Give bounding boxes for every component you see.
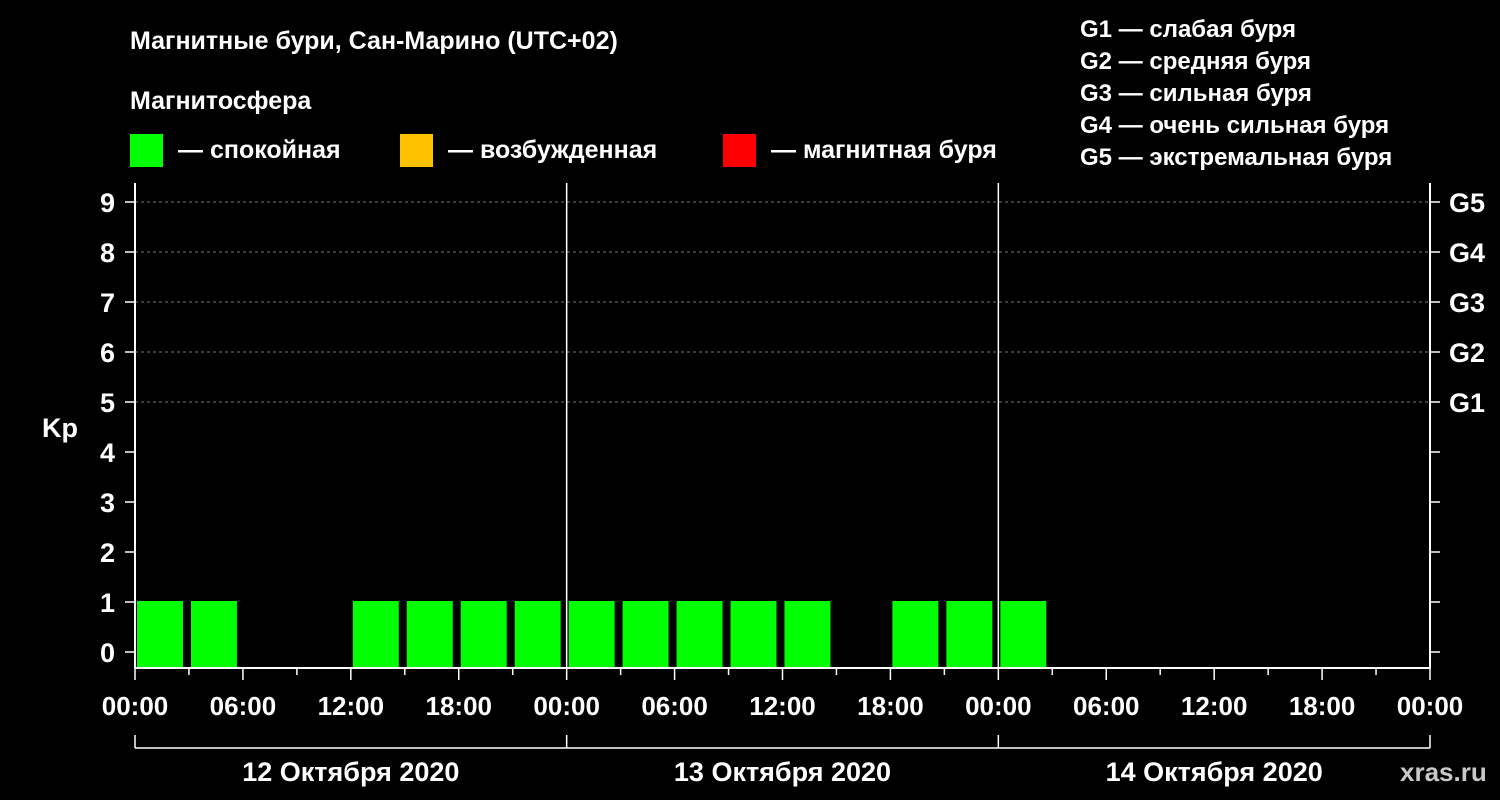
y-tick-label: 2 [100,538,115,568]
x-tick-label: 06:00 [1073,691,1140,721]
day-label: 12 Октября 2020 [242,757,459,787]
x-tick-label: 00:00 [102,691,169,721]
chart-title: Магнитные бури, Сан-Марино (UTC+02) [130,27,618,55]
y-tick-label: 4 [100,438,115,468]
y-tick-label: 9 [100,188,115,218]
x-tick-label: 12:00 [749,691,816,721]
y-tick-label: 7 [100,288,115,318]
axes: 0 1 2 3 4 5 6 7 8 9 G1 G2 G3 G4 G5 00:00 06:00 12:00 18:00… [100,183,1485,787]
bar [514,601,561,667]
y-tick-label: 1 [100,588,115,618]
x-tick-label: 12:00 [318,691,385,721]
x-tick-label: 06:00 [641,691,708,721]
legend-swatch-storm [723,134,756,167]
y-tick-label: 5 [100,388,115,418]
bar [1000,601,1047,667]
bar [352,601,399,667]
x-tick-label: 18:00 [857,691,924,721]
bar [568,601,615,667]
g-scale-item-g4: G4 — очень сильная буря [1080,112,1389,139]
bar [622,601,669,667]
y-axis-label: Kp [42,413,78,443]
x-tick-label: 00:00 [533,691,600,721]
legend-swatch-excited [400,134,433,167]
bar [946,601,993,667]
grid-lines [135,201,1430,403]
y-tick-label: 6 [100,338,115,368]
bar [676,601,723,667]
y-tick-label: 8 [100,238,115,268]
legend-label-storm: — магнитная буря [771,136,997,164]
day-label: 13 Октября 2020 [674,757,891,787]
g-scale-item-g3: G3 — сильная буря [1080,80,1312,107]
legend-swatch-quiet [130,134,163,167]
y-tick-label: 3 [100,488,115,518]
bar [784,601,831,667]
bar [137,601,183,667]
g-axis-label-g3: G3 [1449,288,1485,318]
y-tick-label: 0 [100,638,115,668]
g-scale-item-g5: G5 — экстремальная буря [1080,144,1392,171]
bars [137,601,1047,667]
g-scale-item-g1: G1 — слабая буря [1080,16,1296,43]
bar [460,601,507,667]
watermark: xras.ru [1400,757,1487,787]
x-tick-label: 06:00 [210,691,277,721]
x-tick-label: 18:00 [1289,691,1356,721]
g-axis-label-g5: G5 [1449,188,1485,218]
bar [406,601,453,667]
bar [892,601,939,667]
bar [730,601,777,667]
g-axis-label-g4: G4 [1449,238,1485,268]
legend-label-excited: — возбужденная [448,136,657,164]
g-axis-label-g2: G2 [1449,338,1485,368]
bar [190,601,237,667]
g-scale-item-g2: G2 — средняя буря [1080,48,1311,75]
g-axis-label-g1: G1 [1449,388,1485,418]
magnetic-storms-chart: Магнитные бури, Сан-Марино (UTC+02) Магн… [42,16,1487,787]
x-tick-label: 00:00 [1397,691,1464,721]
day-label: 14 Октября 2020 [1106,757,1323,787]
legend-label-quiet: — спокойная [178,136,341,164]
x-tick-label: 12:00 [1181,691,1248,721]
legend-title: Магнитосфера [130,87,312,115]
x-tick-label: 18:00 [426,691,493,721]
x-tick-label: 00:00 [965,691,1032,721]
